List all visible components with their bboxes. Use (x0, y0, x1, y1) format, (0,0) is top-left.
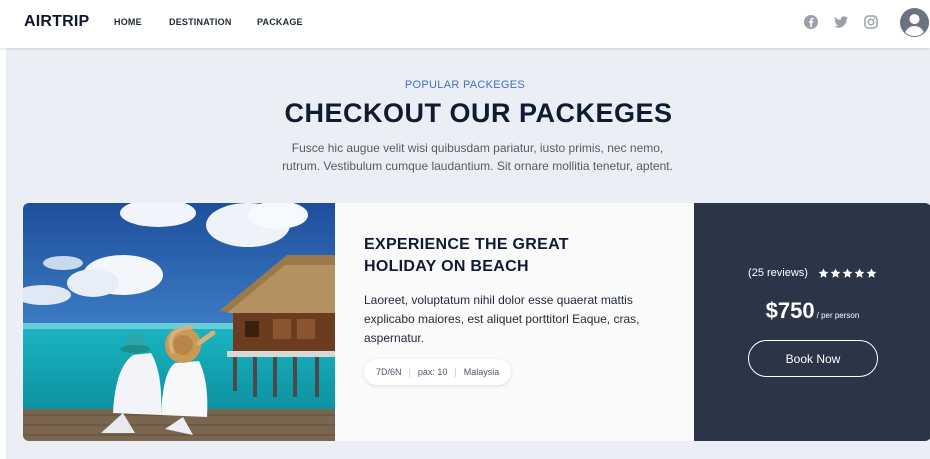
package-image (23, 203, 335, 441)
package-card: EXPERIENCE THE GREAT HOLIDAY ON BEACH La… (23, 203, 930, 441)
instagram-icon[interactable] (863, 14, 879, 30)
tag-separator: | (408, 367, 411, 377)
nav-link-destination[interactable]: DESTINATION (169, 17, 232, 27)
reviews-row: (25 reviews) (694, 267, 930, 279)
rating-stars (818, 268, 877, 279)
tag-separator: | (454, 367, 457, 377)
navbar: AIRTRIP HOME DESTINATION PACKAGE (0, 0, 930, 48)
star-icon (854, 268, 865, 278)
tag-pax: pax: 10 (417, 367, 448, 377)
star-icon (842, 268, 853, 278)
package-description: Laoreet, voluptatum nihil dolor esse qua… (364, 291, 654, 348)
package-description-line: explicabo maiores, est aliquet porttitor… (364, 312, 640, 326)
section-subtext-line: Fusce hic augue velit wisi quibusdam par… (291, 141, 664, 155)
price-row: $750 / per person (694, 298, 930, 324)
package-details: EXPERIENCE THE GREAT HOLIDAY ON BEACH La… (335, 203, 694, 441)
package-description-line: aspernatur. (364, 331, 425, 345)
tag-duration: 7D/6N (376, 367, 402, 377)
twitter-icon[interactable] (833, 14, 849, 30)
package-description-line: Laoreet, voluptatum nihil dolor esse qua… (364, 293, 633, 307)
nav-link-home[interactable]: HOME (114, 17, 142, 27)
package-tags: 7D/6N | pax: 10 | Malaysia (364, 359, 512, 385)
package-price: $750 (765, 298, 815, 323)
section-subtext-line: rutrum. Vestibulum cumque laudantium. Si… (282, 159, 673, 173)
section-subtext: Fusce hic augue velit wisi quibusdam par… (265, 139, 690, 175)
reviews-count: (25 reviews) (748, 267, 808, 279)
package-title-line: EXPERIENCE THE GREAT (364, 236, 569, 253)
package-title-line: HOLIDAY ON BEACH (364, 258, 529, 275)
price-panel: (25 reviews) $750 / per person Book Now (694, 203, 930, 441)
section-heading: CHECKOUT OUR PACKEGES (284, 98, 673, 128)
facebook-icon[interactable] (803, 14, 819, 30)
nav-link-package[interactable]: PACKAGE (257, 17, 303, 27)
brand-logo[interactable]: AIRTRIP (24, 13, 89, 31)
section-eyebrow: POPULAR PACKEGES (404, 79, 526, 91)
tag-location: Malaysia (463, 367, 500, 377)
star-icon (830, 268, 841, 278)
user-avatar-icon[interactable] (899, 7, 930, 38)
star-icon (866, 268, 877, 278)
book-now-button[interactable]: Book Now (748, 340, 878, 377)
star-icon (818, 268, 829, 278)
package-title: EXPERIENCE THE GREAT HOLIDAY ON BEACH (364, 234, 654, 278)
per-person-label: / per person (816, 311, 860, 320)
